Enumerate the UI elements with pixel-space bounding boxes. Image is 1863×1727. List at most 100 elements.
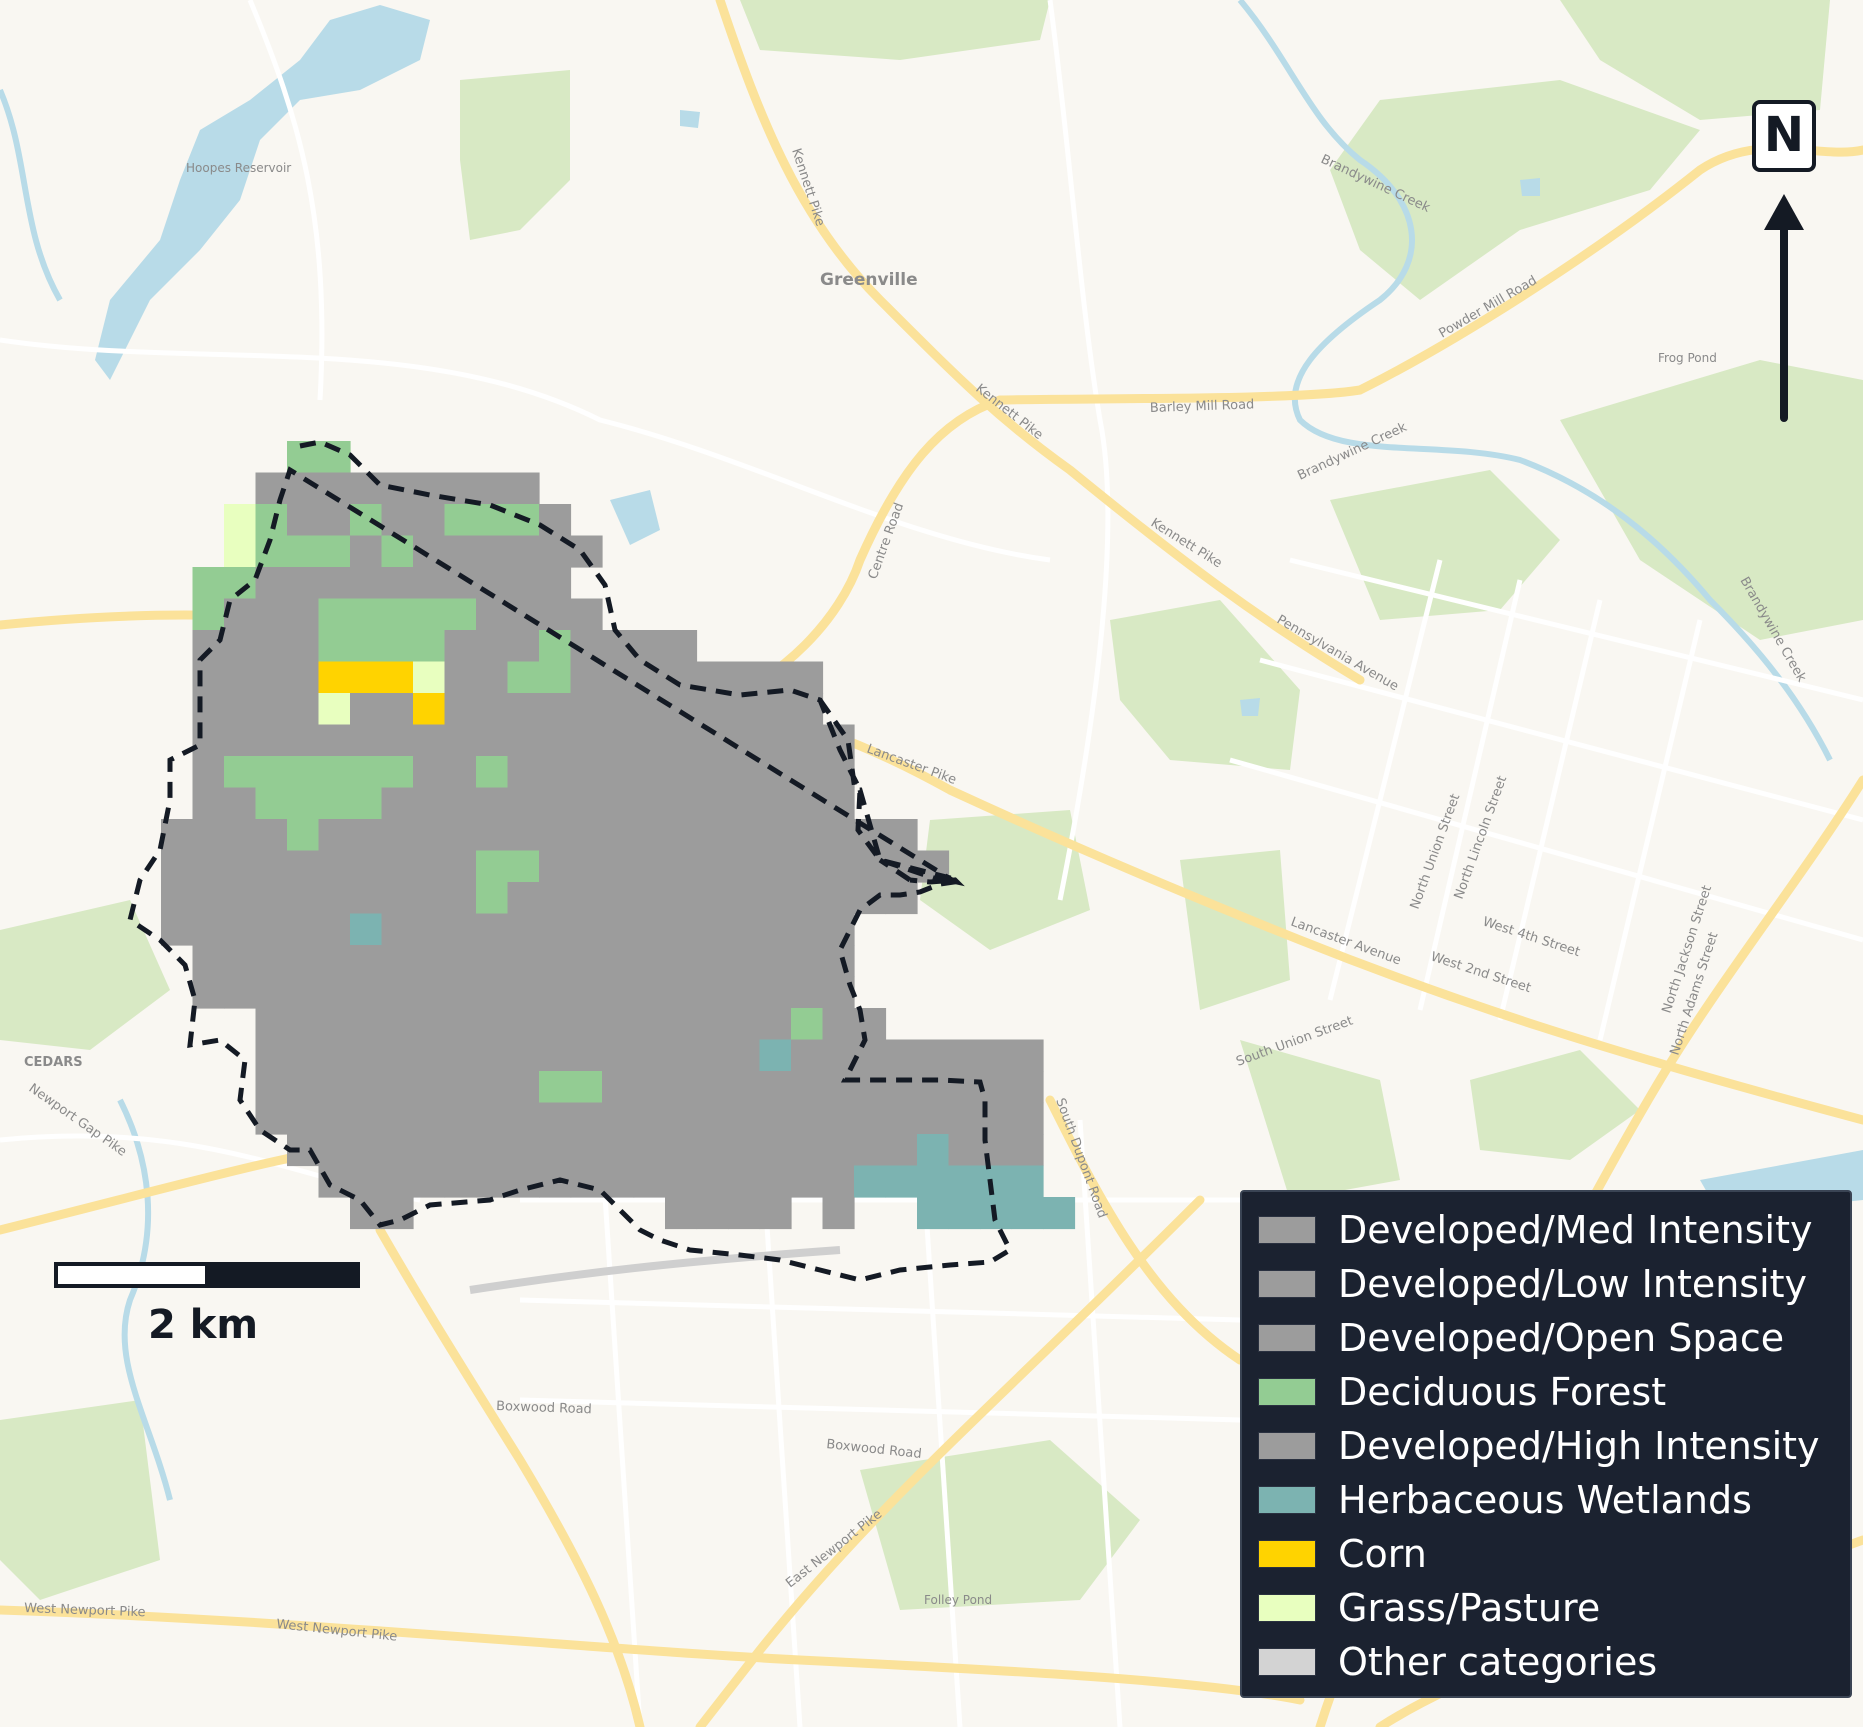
land-cover-cell <box>633 850 666 883</box>
land-cover-cell <box>287 1102 320 1135</box>
land-cover-cell <box>570 1165 603 1198</box>
land-cover-cell <box>539 661 572 694</box>
land-cover-cell <box>476 1008 509 1041</box>
land-cover-cell <box>224 976 257 1009</box>
land-cover-cell <box>633 945 666 978</box>
land-cover-cell <box>570 661 603 694</box>
land-cover-cell <box>665 1165 698 1198</box>
land-cover-cell <box>381 661 414 694</box>
land-cover-cell <box>192 913 225 946</box>
land-cover-cell <box>854 1071 887 1104</box>
land-cover-cell <box>318 1039 351 1072</box>
land-cover-cell <box>381 598 414 631</box>
land-cover-cell <box>633 787 666 820</box>
land-cover-cell <box>444 724 477 757</box>
land-cover-cell <box>791 1102 824 1135</box>
land-cover-cell <box>728 1134 761 1167</box>
land-cover-cell <box>413 882 446 915</box>
land-cover-cell <box>476 630 509 663</box>
land-cover-cell <box>602 976 635 1009</box>
land-cover-cell <box>570 819 603 852</box>
land-cover-cell <box>413 945 446 978</box>
legend-item-other-categories: Other categories <box>1258 1638 1657 1686</box>
legend-swatch <box>1258 1324 1316 1352</box>
land-cover-cell <box>413 1008 446 1041</box>
land-cover-cell <box>476 724 509 757</box>
land-cover-cell <box>350 1008 383 1041</box>
land-cover-cell <box>413 630 446 663</box>
land-cover-cell <box>854 1134 887 1167</box>
land-cover-cell <box>728 787 761 820</box>
land-cover-cell <box>948 1102 981 1135</box>
land-cover-cell <box>476 945 509 978</box>
land-cover-cell <box>413 976 446 1009</box>
land-cover-cell <box>381 693 414 726</box>
land-cover-cell <box>696 1008 729 1041</box>
land-cover-cell <box>444 661 477 694</box>
land-cover-cell <box>192 882 225 915</box>
land-cover-cell <box>444 913 477 946</box>
land-cover-cell <box>570 945 603 978</box>
land-cover-cell <box>539 724 572 757</box>
land-cover-cell <box>255 819 288 852</box>
land-cover-cell <box>287 661 320 694</box>
land-cover-cell <box>1043 1197 1076 1230</box>
land-cover-cell <box>822 976 855 1009</box>
land-cover-cell <box>381 913 414 946</box>
land-cover-cell <box>287 693 320 726</box>
land-cover-cell <box>476 756 509 789</box>
land-cover-cell <box>224 535 257 568</box>
legend-item-developed-high: Developed/High Intensity <box>1258 1422 1820 1470</box>
land-cover-cell <box>539 1134 572 1167</box>
land-cover-cell <box>665 1197 698 1230</box>
land-cover-cell <box>350 630 383 663</box>
land-cover-cell <box>444 1071 477 1104</box>
land-cover-cell <box>728 945 761 978</box>
land-cover-cell <box>728 724 761 757</box>
land-cover-cell <box>350 598 383 631</box>
land-cover-cell <box>413 850 446 883</box>
land-cover-cell <box>854 882 887 915</box>
land-cover-cell <box>381 1134 414 1167</box>
land-cover-cell <box>539 1008 572 1041</box>
land-cover-cell <box>192 567 225 600</box>
land-cover-cell <box>287 472 320 505</box>
land-cover-cell <box>413 913 446 946</box>
land-cover-cell <box>539 567 572 600</box>
land-cover-cell <box>665 724 698 757</box>
land-cover-cell <box>287 535 320 568</box>
land-cover-cell <box>507 913 540 946</box>
legend-label: Developed/Med Intensity <box>1338 1208 1813 1252</box>
land-cover-cell <box>444 882 477 915</box>
land-cover-cell <box>791 882 824 915</box>
land-cover-cell <box>255 1071 288 1104</box>
land-cover-cell <box>224 819 257 852</box>
land-cover-cell <box>791 1134 824 1167</box>
land-cover-cell <box>224 504 257 537</box>
land-cover-cell <box>287 598 320 631</box>
land-cover-cell <box>917 1134 950 1167</box>
land-cover-cell <box>255 787 288 820</box>
land-cover-cell <box>822 1008 855 1041</box>
land-cover-cell <box>539 913 572 946</box>
land-cover-cell <box>287 756 320 789</box>
land-cover-cell <box>728 1071 761 1104</box>
land-cover-cell <box>161 882 194 915</box>
land-cover-cell <box>791 724 824 757</box>
land-cover-cell <box>665 787 698 820</box>
land-cover-cell <box>507 1071 540 1104</box>
land-cover-cell <box>728 693 761 726</box>
land-cover-cell <box>444 1165 477 1198</box>
land-cover-cell <box>413 1102 446 1135</box>
land-cover-cell <box>759 661 792 694</box>
land-cover-cell <box>413 693 446 726</box>
land-cover-cell <box>350 1165 383 1198</box>
land-cover-cell <box>255 1008 288 1041</box>
land-cover-cell <box>822 1071 855 1104</box>
land-cover-cell <box>602 1071 635 1104</box>
land-cover-cell <box>759 850 792 883</box>
land-cover-cell <box>854 1039 887 1072</box>
scale-bar <box>54 1262 360 1288</box>
land-cover-cell <box>791 1039 824 1072</box>
label-greenville: Greenville <box>820 270 918 290</box>
